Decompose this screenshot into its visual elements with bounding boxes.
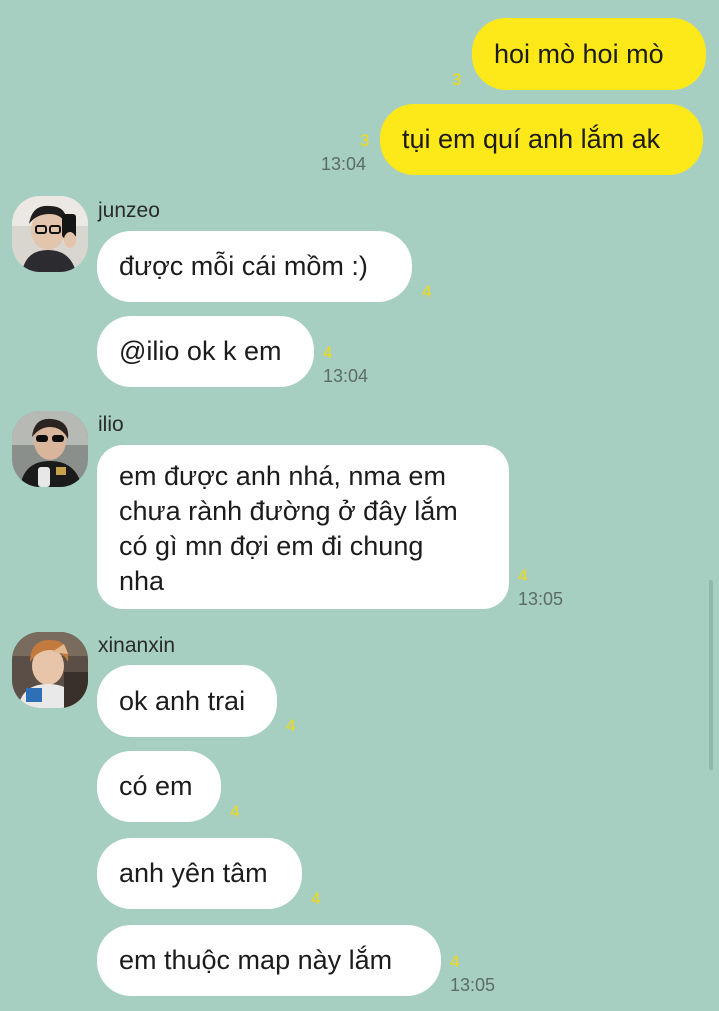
sender-name: junzeo [98, 199, 160, 222]
scrollbar[interactable] [709, 580, 713, 770]
unread-count: 4 [450, 952, 460, 971]
outgoing-message-bubble[interactable]: hoi mò hoi mò [472, 18, 706, 90]
message-text: tụi em quí anh lắm ak [402, 124, 661, 154]
unread-count: 4 [230, 802, 240, 821]
incoming-message-bubble[interactable]: ok anh trai [97, 665, 277, 737]
incoming-message-bubble[interactable]: @ilio ok k em [97, 316, 314, 387]
message-timestamp: 13:04 [321, 154, 367, 174]
message-timestamp: 13:05 [518, 589, 564, 609]
profile-photo-icon [12, 196, 88, 272]
sender-name: ilio [98, 413, 124, 436]
message-text: em được anh nhá, nma em chưa rành đường … [119, 461, 458, 596]
message-text: @ilio ok k em [119, 336, 282, 366]
incoming-message-bubble[interactable]: anh yên tâm [97, 838, 302, 909]
unread-count: 4 [323, 343, 333, 362]
unread-count: 4 [422, 282, 432, 301]
sender-name: xinanxin [98, 634, 176, 657]
message-text: hoi mò hoi mò [494, 38, 664, 69]
avatar-ilio[interactable] [12, 411, 88, 487]
message-timestamp: 13:05 [450, 975, 496, 995]
outgoing-message-bubble[interactable]: tụi em quí anh lắm ak [380, 104, 703, 175]
incoming-message-bubble[interactable]: em thuộc map này lắm [97, 925, 441, 996]
unread-count: 3 [360, 131, 370, 150]
profile-photo-icon [12, 411, 88, 487]
unread-count: 4 [311, 889, 321, 908]
message-text: em thuộc map này lắm [119, 945, 393, 975]
incoming-message-bubble[interactable]: có em [97, 751, 221, 822]
profile-photo-icon [12, 632, 88, 708]
unread-count: 4 [518, 566, 528, 585]
avatar-xinanxin[interactable] [12, 632, 88, 708]
incoming-message-bubble[interactable]: em được anh nhá, nma em chưa rành đường … [97, 445, 509, 609]
unread-count: 4 [286, 716, 296, 735]
avatar-junzeo[interactable] [12, 196, 88, 272]
unread-count: 3 [452, 70, 462, 89]
message-text: được mỗi cái mồm :) [119, 251, 368, 281]
message-text: ok anh trai [119, 685, 246, 716]
message-text: có em [119, 771, 193, 801]
incoming-message-bubble[interactable]: được mỗi cái mồm :) [97, 231, 412, 302]
message-text: anh yên tâm [119, 858, 268, 888]
message-timestamp: 13:04 [323, 366, 369, 386]
